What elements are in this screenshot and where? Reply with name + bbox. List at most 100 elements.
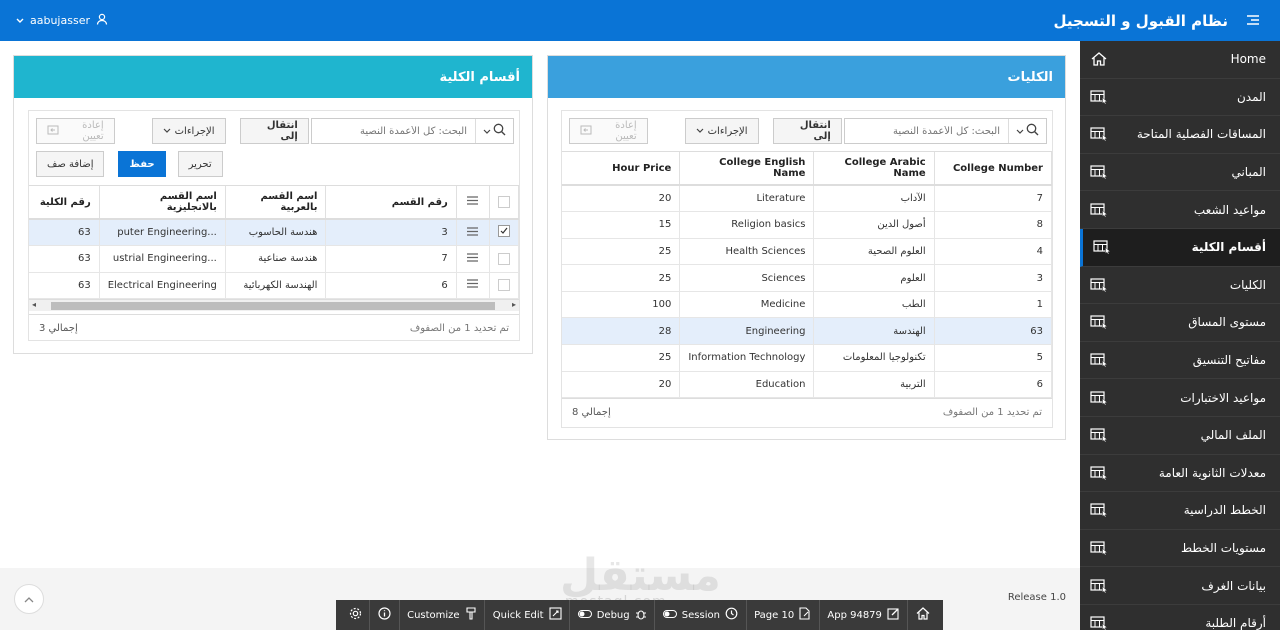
sidebar-item-8[interactable]: مفاتيح التنسيق	[1080, 342, 1280, 380]
college-number-cell: 63	[934, 317, 1052, 346]
column-header-department-arabic-name[interactable]: اسم القسم بالعربية	[225, 186, 327, 220]
table-row[interactable]: 6 التربية Education 20	[562, 371, 1052, 398]
devbar-page-button[interactable]: Page 10	[748, 600, 817, 630]
department-number-cell[interactable]: 6	[325, 272, 457, 300]
user-menu[interactable]: aabujasser	[0, 13, 108, 28]
sidebar-item-3[interactable]: المباني	[1080, 154, 1280, 192]
colleges-search-input[interactable]	[844, 119, 1008, 143]
row-actions-menu-button[interactable]	[456, 272, 491, 300]
department-arabic-name-cell[interactable]: هندسة صناعية	[225, 245, 327, 273]
sidebar-item-6[interactable]: الكليات	[1080, 267, 1280, 305]
row-actions-menu-button[interactable]	[456, 219, 491, 247]
department-arabic-name-cell[interactable]: هندسة الحاسوب	[225, 219, 327, 247]
table-row[interactable]: 1 الطب Medicine 100	[562, 291, 1052, 319]
column-header-hour-price[interactable]: Hour Price	[562, 152, 681, 186]
developer-toolbar: Customize Quick Edit Debug Session Page …	[336, 600, 943, 630]
column-header-college-number[interactable]: رقم الكلية	[29, 186, 100, 220]
scroll-right-icon[interactable]: ▸	[512, 300, 516, 309]
row-select-cell[interactable]	[489, 219, 519, 247]
column-header-college-arabic-name[interactable]: College Arabic Name	[813, 152, 935, 186]
table-row[interactable]: 7 الآداب Literature 20	[562, 185, 1052, 213]
departments-save-button[interactable]: حفظ	[118, 151, 166, 177]
devbar-info-button[interactable]	[372, 600, 397, 630]
colleges-report: انتقال إلى الإجراءات إعادة تعيين College…	[561, 110, 1053, 428]
departments-actions-button[interactable]: الإجراءات	[151, 118, 226, 144]
scrollbar-thumb[interactable]	[51, 302, 495, 310]
chevron-down-icon	[696, 126, 704, 137]
devbar-settings-button[interactable]	[343, 600, 368, 630]
departments-report: انتقال إلى الإجراءات إعادة تعيين تحرير ح…	[28, 110, 520, 341]
college-number-cell[interactable]: 63	[29, 219, 100, 247]
select-all-cell[interactable]	[489, 186, 519, 220]
sidebar-item-12[interactable]: الخطط الدراسية	[1080, 492, 1280, 530]
table-row[interactable]: 3 هندسة الحاسوب puter Engineering... 63	[29, 219, 519, 247]
devbar-debug-button[interactable]: Debug	[572, 600, 653, 630]
sidebar-item-7[interactable]: مستوى المساق	[1080, 304, 1280, 342]
row-actions-menu-button[interactable]	[456, 245, 491, 273]
checkmark-icon[interactable]	[498, 225, 510, 238]
devbar-session-button[interactable]: Session	[657, 600, 744, 630]
sidebar-item-15[interactable]: أرقام الطلبة	[1080, 605, 1280, 630]
department-english-name-cell[interactable]: ustrial Engineering...	[99, 245, 226, 273]
row-select-cell[interactable]	[489, 245, 519, 273]
department-number-cell[interactable]: 3	[325, 219, 457, 247]
scroll-left-icon[interactable]: ◂	[32, 300, 36, 309]
column-header-department-number[interactable]: رقم القسم	[325, 186, 457, 220]
college-number-cell[interactable]: 63	[29, 272, 100, 300]
colleges-go-button[interactable]: انتقال إلى	[772, 118, 842, 144]
table-row[interactable]: 3 العلوم Sciences 25	[562, 264, 1052, 292]
college-number-cell[interactable]: 63	[29, 245, 100, 273]
table-row[interactable]: 5 تكنولوجيا المعلومات Information Technolo…	[562, 344, 1052, 372]
scroll-to-top-button[interactable]	[14, 584, 44, 614]
sidebar-item-1[interactable]: المدن	[1080, 79, 1280, 117]
department-number-cell[interactable]: 7	[325, 245, 457, 273]
sidebar-item-label: بيانات الغرف	[1201, 578, 1266, 593]
table-row[interactable]: 4 العلوم الصحية Health Sciences 25	[562, 238, 1052, 266]
table-row[interactable]: 6 الهندسة الكهربائية Electrical Engineerin…	[29, 272, 519, 300]
menu-toggle-button[interactable]	[1240, 8, 1266, 34]
devbar-app-button[interactable]: App 94879	[821, 600, 906, 630]
sidebar-item-0[interactable]: Home	[1080, 41, 1280, 79]
sidebar-item-4[interactable]: مواعيد الشعب	[1080, 191, 1280, 229]
row-checkbox[interactable]	[498, 252, 510, 265]
hour-price-cell: 25	[562, 344, 681, 372]
sidebar-item-13[interactable]: مستويات الخطط	[1080, 530, 1280, 568]
colleges-search-column-button[interactable]	[1008, 119, 1046, 143]
column-header-department-english-name[interactable]: اسم القسم بالانجليزية	[99, 186, 226, 220]
sidebar-item-9[interactable]: مواعيد الاختبارات	[1080, 379, 1280, 417]
college-number-cell: 8	[934, 211, 1052, 239]
sidebar-item-14[interactable]: بيانات الغرف	[1080, 567, 1280, 605]
departments-horizontal-scrollbar[interactable]: ◂ ▸	[29, 299, 519, 311]
report-icon	[1090, 428, 1108, 443]
sidebar-item-5[interactable]: أقسام الكلية	[1080, 228, 1280, 267]
colleges-region-header: الكليات	[548, 56, 1065, 98]
devbar-customize-button[interactable]: Customize	[401, 600, 483, 630]
college-arabic-name-cell: التربية	[813, 371, 935, 398]
column-header-college-number[interactable]: College Number	[934, 152, 1052, 186]
department-arabic-name-cell[interactable]: الهندسة الكهربائية	[225, 272, 327, 300]
colleges-actions-button[interactable]: الإجراءات	[684, 118, 759, 144]
departments-search-input[interactable]	[311, 119, 475, 143]
department-english-name-cell[interactable]: Electrical Engineering	[99, 272, 226, 300]
departments-add-row-button[interactable]: إضافة صف	[36, 151, 105, 177]
devbar-home-button[interactable]	[910, 600, 936, 630]
devbar-quick-edit-button[interactable]: Quick Edit	[487, 600, 568, 630]
table-row[interactable]: 63 الهندسة Engineering 28	[562, 317, 1052, 346]
colleges-reset-button[interactable]: إعادة تعيين	[569, 118, 648, 144]
departments-reset-button[interactable]: إعادة تعيين	[36, 118, 115, 144]
sidebar-item-label: مستوى المساق	[1188, 315, 1266, 330]
table-row[interactable]: 7 هندسة صناعية ustrial Engineering... 63	[29, 245, 519, 273]
sidebar-item-10[interactable]: الملف المالي	[1080, 417, 1280, 455]
chevron-down-icon	[483, 125, 491, 138]
sidebar-item-2[interactable]: المساقات الفصلية المتاحة	[1080, 116, 1280, 154]
select-all-checkbox[interactable]	[498, 196, 510, 208]
departments-search-column-button[interactable]	[475, 119, 513, 143]
table-row[interactable]: 8 أصول الدين Religion basics 15	[562, 211, 1052, 239]
column-header-college-english-name[interactable]: College English Name	[679, 152, 815, 186]
sidebar-item-11[interactable]: معدلات الثانوية العامة	[1080, 455, 1280, 493]
row-checkbox[interactable]	[498, 279, 510, 292]
departments-edit-button[interactable]: تحرير	[177, 151, 223, 177]
row-select-cell[interactable]	[489, 272, 519, 300]
department-english-name-cell[interactable]: puter Engineering...	[99, 219, 226, 247]
departments-go-button[interactable]: انتقال إلى	[239, 118, 309, 144]
